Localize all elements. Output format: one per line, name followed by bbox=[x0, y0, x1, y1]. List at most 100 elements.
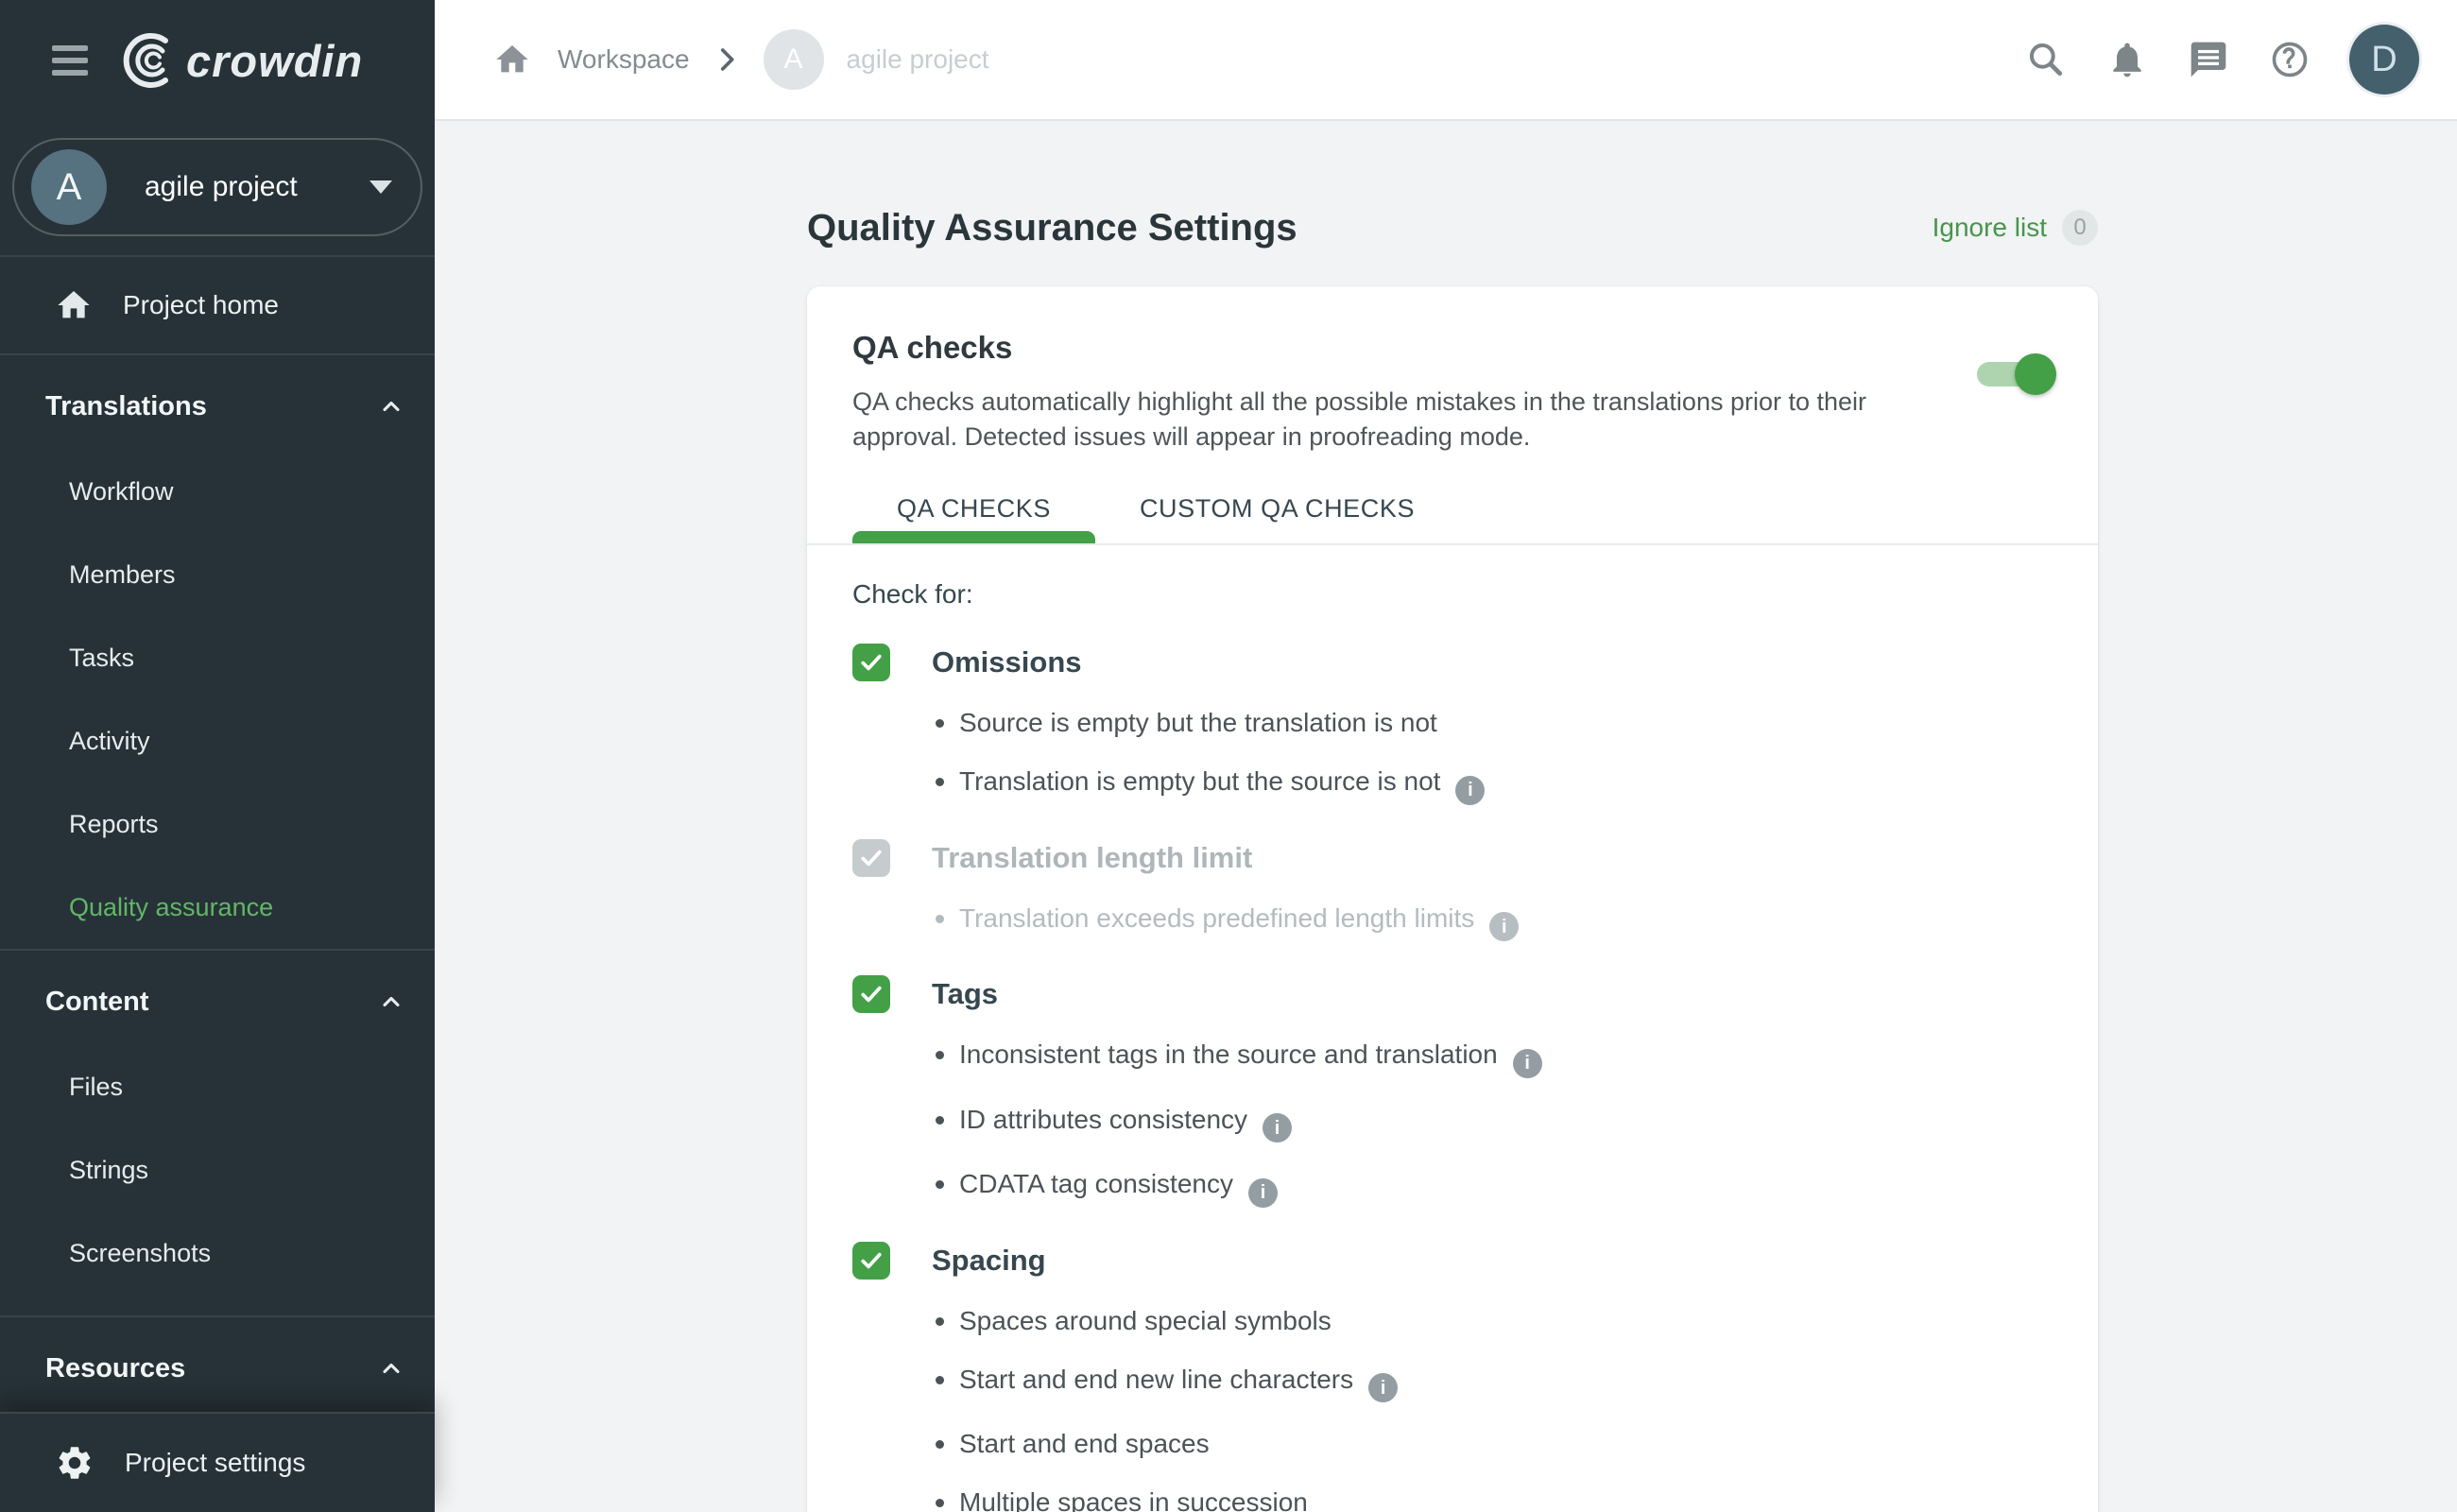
qa-rule: Start and end new line characters i bbox=[852, 1363, 2053, 1403]
section-title: Resources bbox=[45, 1353, 185, 1384]
chevron-up-icon bbox=[378, 988, 404, 1015]
breadcrumb-project[interactable]: agile project bbox=[847, 44, 989, 75]
sidebar-bottom: Resources Project settings bbox=[0, 1315, 435, 1512]
qa-rule-text: Inconsistent tags in the source and tran… bbox=[959, 1040, 1498, 1069]
messages-chat-icon[interactable] bbox=[2187, 38, 2230, 81]
sidebar: crowdin A agile project Project home Tra… bbox=[0, 0, 435, 1512]
notifications-bell-icon[interactable] bbox=[2105, 38, 2149, 81]
qa-rule-text: Translation is empty but the source is n… bbox=[959, 766, 1440, 796]
tab-custom-qa-checks[interactable]: CUSTOM QA CHECKS bbox=[1095, 473, 1459, 543]
qa-rule: CDATA tag consistency i bbox=[852, 1167, 2053, 1208]
info-icon[interactable]: i bbox=[1248, 1178, 1278, 1208]
chevron-right-icon bbox=[711, 43, 743, 76]
sidebar-item-screenshots[interactable]: Screenshots bbox=[0, 1211, 435, 1295]
qa-tabs: QA CHECKS CUSTOM QA CHECKS bbox=[852, 473, 2053, 543]
search-icon[interactable] bbox=[2024, 38, 2068, 81]
sidebar-item-members[interactable]: Members bbox=[0, 533, 435, 616]
sidebar-item-tasks[interactable]: Tasks bbox=[0, 616, 435, 699]
project-switcher[interactable]: A agile project bbox=[12, 138, 422, 236]
qa-rule: Translation exceeds predefined length li… bbox=[852, 902, 2053, 942]
sidebar-item-files[interactable]: Files bbox=[0, 1045, 435, 1128]
sidebar-item-project-settings[interactable]: Project settings bbox=[0, 1412, 435, 1512]
divider bbox=[0, 353, 435, 355]
qa-settings-card: QA checks QA checks automatically highli… bbox=[807, 286, 2098, 1512]
sidebar-item-activity[interactable]: Activity bbox=[0, 699, 435, 782]
sidebar-item-reports[interactable]: Reports bbox=[0, 782, 435, 866]
breadcrumb-workspace[interactable]: Workspace bbox=[558, 44, 690, 75]
qa-rule: Inconsistent tags in the source and tran… bbox=[852, 1038, 2053, 1078]
info-icon[interactable]: i bbox=[1513, 1049, 1542, 1078]
project-name: agile project bbox=[145, 171, 298, 203]
sidebar-item-workflow[interactable]: Workflow bbox=[0, 450, 435, 533]
sidebar-logo-row: crowdin bbox=[0, 0, 435, 121]
divider bbox=[0, 1315, 435, 1317]
help-icon[interactable] bbox=[2268, 38, 2311, 81]
group-title: Omissions bbox=[932, 645, 1082, 679]
chevron-down-icon bbox=[369, 180, 392, 194]
sidebar-section-resources[interactable]: Resources bbox=[0, 1325, 435, 1412]
checkbox-spacing[interactable] bbox=[852, 1242, 890, 1280]
sidebar-item-label: Project settings bbox=[125, 1448, 305, 1478]
sidebar-item-project-home[interactable]: Project home bbox=[0, 257, 435, 353]
hamburger-menu-icon[interactable] bbox=[52, 39, 88, 82]
sidebar-section-content[interactable]: Content bbox=[0, 958, 435, 1045]
qa-rule: Translation is empty but the source is n… bbox=[852, 765, 2053, 805]
info-icon[interactable]: i bbox=[1263, 1113, 1292, 1143]
qa-group-spacing: Spacing Spaces around special symbols St… bbox=[852, 1242, 2053, 1512]
info-icon[interactable]: i bbox=[1455, 776, 1485, 805]
home-icon bbox=[55, 286, 93, 324]
breadcrumb: Workspace A agile project bbox=[493, 29, 989, 90]
check-icon bbox=[858, 845, 885, 871]
ignore-list-count-badge: 0 bbox=[2062, 210, 2098, 246]
qa-group-omissions: Omissions Source is empty but the transl… bbox=[852, 644, 2053, 805]
toggle-knob bbox=[2015, 353, 2056, 395]
qa-rule-text: Spaces around special symbols bbox=[959, 1306, 1332, 1335]
qa-checks-toggle[interactable] bbox=[1977, 362, 2051, 387]
sidebar-item-label: Project home bbox=[123, 290, 279, 320]
group-title: Spacing bbox=[932, 1244, 1046, 1278]
qa-group-translation-length-limit: Translation length limit Translation exc… bbox=[852, 839, 2053, 942]
qa-rule: Start and end spaces bbox=[852, 1427, 2053, 1461]
divider bbox=[0, 949, 435, 951]
section-title: Content bbox=[45, 987, 149, 1018]
crowdin-logo[interactable]: crowdin bbox=[116, 29, 363, 92]
qa-rule-text: CDATA tag consistency bbox=[959, 1169, 1233, 1198]
qa-rule: Source is empty but the translation is n… bbox=[852, 706, 2053, 740]
section-title: Translations bbox=[45, 391, 207, 422]
checkbox-tags[interactable] bbox=[852, 975, 890, 1013]
crowdin-logo-text: crowdin bbox=[186, 35, 363, 87]
qa-rule-text: Multiple spaces in succession bbox=[959, 1487, 1308, 1512]
checkbox-translation-length-limit[interactable] bbox=[852, 839, 890, 877]
check-for-label: Check for: bbox=[852, 579, 2053, 610]
qa-rule-text: Start and end spaces bbox=[959, 1429, 1210, 1458]
project-avatar: A bbox=[31, 149, 107, 225]
check-icon bbox=[858, 649, 885, 676]
checkbox-omissions[interactable] bbox=[852, 644, 890, 681]
qa-rule: ID attributes consistency i bbox=[852, 1103, 2053, 1143]
info-icon[interactable]: i bbox=[1489, 912, 1519, 941]
topbar: Workspace A agile project bbox=[435, 0, 2457, 121]
sidebar-item-quality-assurance[interactable]: Quality assurance bbox=[0, 866, 435, 949]
qa-rule-text: Source is empty but the translation is n… bbox=[959, 708, 1437, 737]
tab-qa-checks[interactable]: QA CHECKS bbox=[852, 473, 1095, 543]
qa-rule-text: Start and end new line characters bbox=[959, 1365, 1353, 1394]
qa-rule-text: Translation exceeds predefined length li… bbox=[959, 903, 1474, 933]
crowdin-logo-mark bbox=[116, 29, 179, 92]
ignore-list-label: Ignore list bbox=[1933, 213, 2047, 243]
sidebar-section-translations[interactable]: Translations bbox=[0, 363, 435, 450]
info-icon[interactable]: i bbox=[1368, 1373, 1398, 1402]
sidebar-item-strings[interactable]: Strings bbox=[0, 1128, 435, 1211]
group-title: Tags bbox=[932, 977, 998, 1011]
home-icon[interactable] bbox=[493, 41, 531, 78]
qa-checks-heading: QA checks bbox=[852, 330, 2053, 366]
breadcrumb-project-avatar: A bbox=[764, 29, 824, 90]
gear-icon bbox=[55, 1443, 94, 1483]
qa-checks-description: QA checks automatically highlight all th… bbox=[852, 385, 1967, 455]
ignore-list-button[interactable]: Ignore list 0 bbox=[1933, 210, 2098, 246]
qa-rule-text: ID attributes consistency bbox=[959, 1105, 1247, 1134]
user-avatar[interactable]: D bbox=[2349, 25, 2419, 94]
main-content: Quality Assurance Settings Ignore list 0… bbox=[435, 121, 2457, 1512]
check-icon bbox=[858, 981, 885, 1007]
chevron-up-icon bbox=[378, 393, 404, 420]
qa-rule: Spaces around special symbols bbox=[852, 1304, 2053, 1338]
